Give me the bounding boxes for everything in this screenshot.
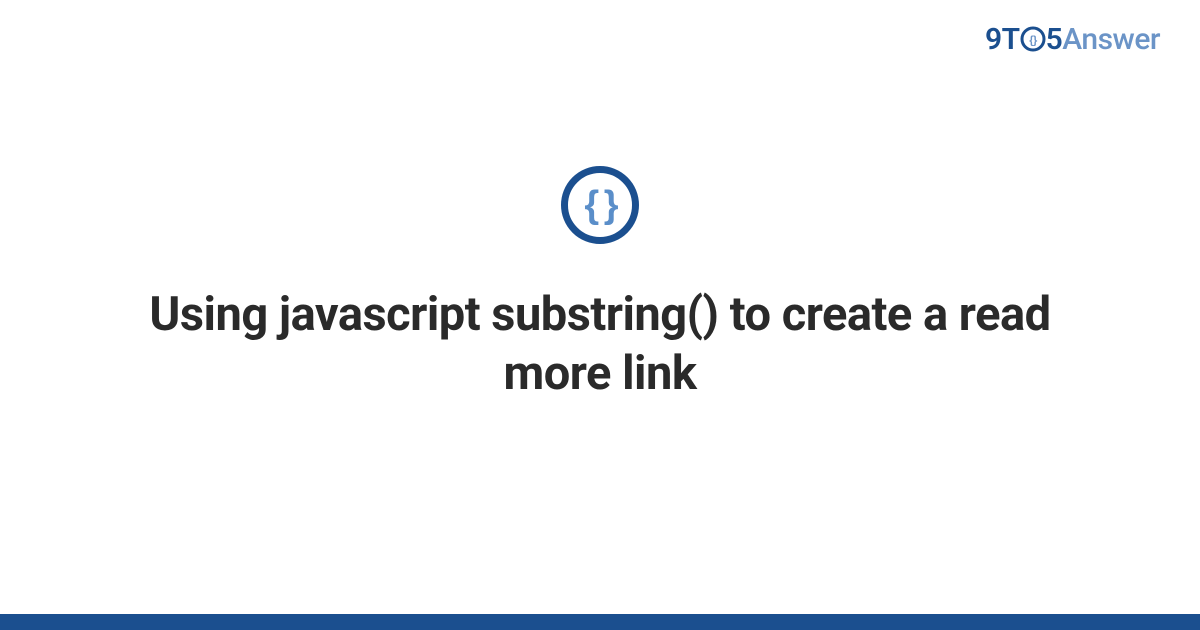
braces-glyph: { } <box>584 186 615 224</box>
page-title: Using javascript substring() to create a… <box>140 286 1060 404</box>
footer-bar <box>0 614 1200 630</box>
topic-icon-container: { } <box>561 166 639 244</box>
code-braces-icon: { } <box>561 166 639 244</box>
main-content: { } Using javascript substring() to crea… <box>0 0 1200 630</box>
